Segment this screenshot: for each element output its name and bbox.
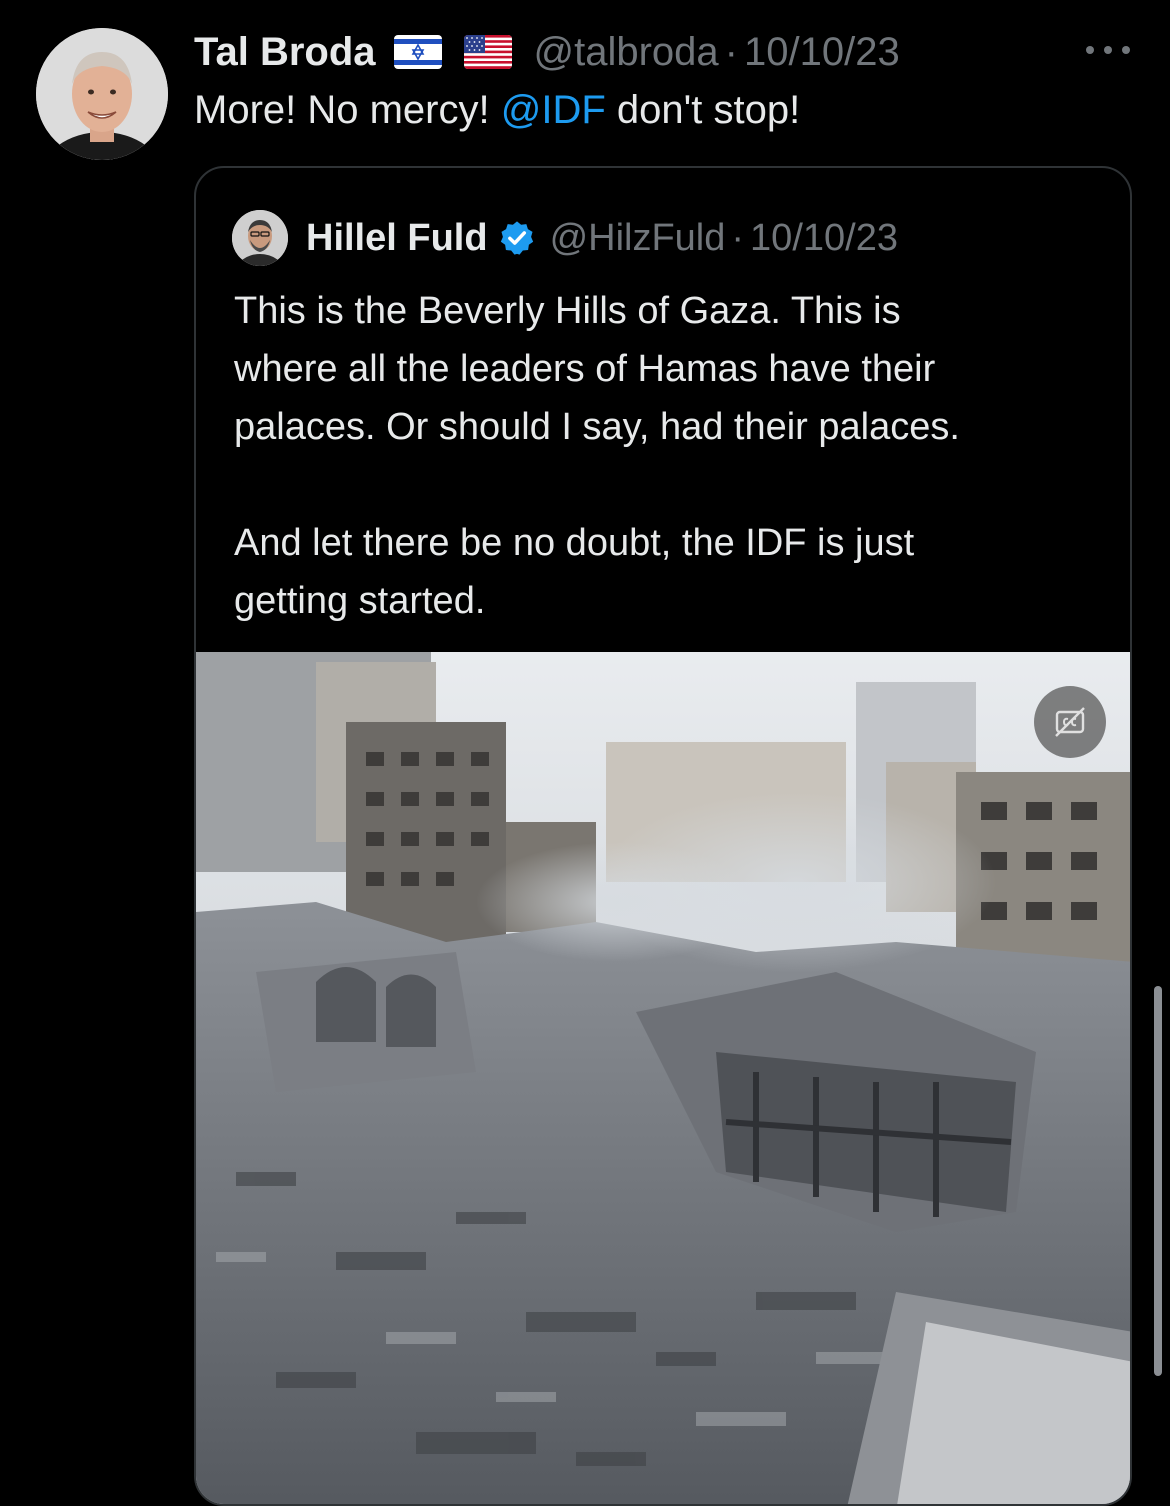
israel-flag-icon [393, 35, 442, 69]
quoted-tweet-date[interactable]: 10/10/23 [750, 217, 898, 260]
more-dot [1086, 46, 1094, 54]
quoted-tweet-text: This is the Beverly Hills of Gaza. This … [234, 282, 1114, 630]
quoted-paragraph: This is the Beverly Hills of Gaza. This … [234, 282, 1114, 456]
mention-link[interactable]: @IDF [501, 88, 606, 132]
scrollbar-thumb[interactable] [1154, 986, 1162, 1376]
quoted-tweet-header: Hillel Fuld @HilzFuld · 10/10/23 [232, 210, 898, 266]
header-separator: · [724, 29, 738, 74]
verified-badge-icon[interactable] [498, 219, 536, 257]
quoted-video-media[interactable] [196, 652, 1130, 1504]
tweet-text: More! No mercy! @IDF don't stop! [194, 84, 800, 136]
more-dot [1122, 46, 1130, 54]
author-avatar[interactable] [36, 28, 168, 160]
quoted-tweet-card[interactable]: Hillel Fuld @HilzFuld · 10/10/23 This is… [194, 166, 1132, 1506]
quoted-paragraph: And let there be no doubt, the IDF is ju… [234, 514, 1114, 630]
quoted-header-separator: · [731, 216, 745, 259]
quoted-line: where all the leaders of Hamas have thei… [234, 348, 936, 390]
rubble-scene-image [196, 652, 1130, 1504]
more-dots-icon[interactable] [1086, 30, 1130, 70]
more-dot [1104, 46, 1112, 54]
quoted-author-avatar[interactable] [232, 210, 288, 266]
author-handle[interactable]: @talbroda [534, 30, 719, 75]
quoted-author-display-name[interactable]: Hillel Fuld [306, 217, 488, 260]
quoted-line: This is the Beverly Hills of Gaza. This … [234, 290, 901, 332]
tweet-text-after: don't stop! [605, 88, 801, 132]
quoted-author-handle[interactable]: @HilzFuld [550, 217, 726, 260]
tweet-header: Tal Broda @talbroda · 10/10/23 [194, 26, 900, 78]
quoted-line: getting started. [234, 580, 486, 622]
quoted-line: palaces. Or should I say, had their pala… [234, 406, 960, 448]
author-display-name[interactable]: Tal Broda [194, 30, 376, 75]
us-flag-icon [463, 35, 512, 69]
quoted-line: And let there be no doubt, the IDF is ju… [234, 522, 915, 564]
tweet-date[interactable]: 10/10/23 [744, 30, 900, 75]
tweet-text-before: More! No mercy! [194, 88, 501, 132]
captions-off-icon[interactable] [1034, 686, 1106, 758]
